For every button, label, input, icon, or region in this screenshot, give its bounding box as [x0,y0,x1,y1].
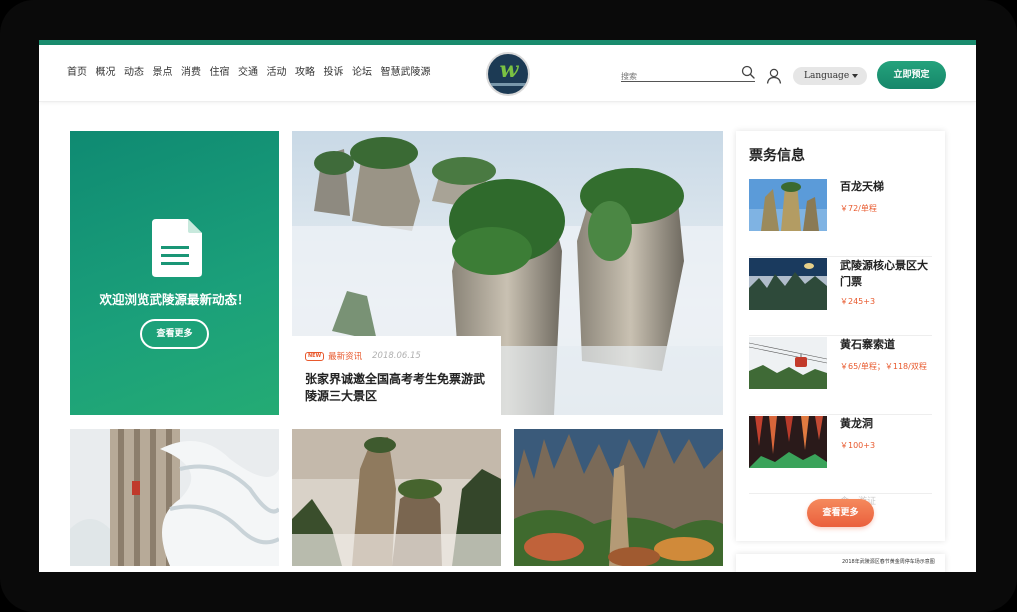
nav-item-news[interactable]: 动态 [124,66,144,80]
ticket-item[interactable]: 黄龙洞 ￥100+3 [749,416,932,494]
language-label: Language [804,71,850,81]
gallery-tile-misty-peaks[interactable] [292,429,501,566]
search-icon[interactable] [741,65,755,79]
welcome-tile: 欢迎浏览武陵源最新动态！ 查看更多 [70,131,279,415]
nav-item-overview[interactable]: 概况 [96,66,116,80]
welcome-more-button[interactable]: 查看更多 [140,319,209,349]
nav-item-complaints[interactable]: 投诉 [324,66,344,80]
notice-card[interactable]: 2018年武陵源区春节黄金周停车场示意图 [736,554,945,572]
ticket-item[interactable]: 百龙天梯 ￥72/单程 [749,179,932,257]
user-icon[interactable] [766,68,782,84]
ticket-price: ￥65/单程；￥118/双程 [840,362,927,371]
ticket-item[interactable]: 黄石寨索道 ￥65/单程；￥118/双程 [749,337,932,415]
ticket-item[interactable]: 武陵源核心景区大门票 ￥245+3 [749,258,932,336]
gallery-tile-frost[interactable] [70,429,279,566]
book-now-button[interactable]: 立即预定 [877,61,946,89]
nav-item-forum[interactable]: 论坛 [352,66,372,80]
browser-viewport: 首页 概况 动态 景点 消费 住宿 交通 活动 攻略 投诉 论坛 智慧武陵源 w [39,40,976,572]
ticket-price: ￥245+3 [840,297,876,306]
hero-date: 2018.06.15 [372,351,421,361]
ticket-name: 百龙天梯 [840,180,884,193]
nav-item-guides[interactable]: 攻略 [295,66,315,80]
ticket-price: ￥72/单程 [840,204,877,213]
hero-title-link[interactable]: 张家界诚邀全国高考考生免票游武陵源三大景区 [305,371,489,405]
nav-item-scenic[interactable]: 景点 [153,66,173,80]
ticket-more-button[interactable]: 查看更多 [807,499,874,527]
ticket-name: 黄石寨索道 [840,338,895,351]
device-frame: 首页 概况 动态 景点 消费 住宿 交通 活动 攻略 投诉 论坛 智慧武陵源 w [0,0,1017,612]
ticket-thumb-bailong [749,179,827,231]
nav-item-consume[interactable]: 消费 [181,66,201,80]
logo-letter: w [499,57,519,83]
ticket-thumb-cableway [749,337,827,389]
site-header: 首页 概况 动态 景点 消费 住宿 交通 活动 攻略 投诉 论坛 智慧武陵源 w [39,45,976,102]
chevron-down-icon [852,74,858,78]
welcome-title: 欢迎浏览武陵源最新动态！ [99,292,250,307]
nav-item-events[interactable]: 活动 [267,66,287,80]
gallery-tile-valley[interactable] [514,429,723,566]
nav-item-home[interactable]: 首页 [67,66,87,80]
language-select[interactable]: Language [793,67,867,85]
document-icon [152,219,202,277]
logo-subtext-band [488,83,528,86]
nav-item-smart[interactable]: 智慧武陵源 [381,66,431,80]
hero-caption-card: NEW 最新资讯 2018.06.15 张家界诚邀全国高考考生免票游武陵源三大景… [292,336,501,415]
hero-category[interactable]: 最新资讯 [328,350,362,362]
ticket-panel-title: 票务信息 [749,148,805,164]
nav-item-lodging[interactable]: 住宿 [210,66,230,80]
search-input[interactable] [621,68,733,85]
ticket-thumb-cave [749,416,827,468]
ticket-name: 武陵源核心景区大门票 [840,259,928,288]
nav-item-transport[interactable]: 交通 [238,66,258,80]
search-box [621,64,755,85]
site-logo[interactable]: w [486,52,530,96]
hero-article[interactable]: NEW 最新资讯 2018.06.15 张家界诚邀全国高考考生免票游武陵源三大景… [292,131,723,415]
main-nav: 首页 概况 动态 景点 消费 住宿 交通 活动 攻略 投诉 论坛 智慧武陵源 [67,66,439,80]
new-badge: NEW [305,351,325,361]
ticket-thumb-core-area [749,258,827,310]
ticket-price: ￥100+3 [840,441,876,450]
notice-text: 2018年武陵源区春节黄金周停车场示意图 [842,559,935,565]
ticket-name: 黄龙洞 [840,417,873,430]
ticket-panel: 票务信息 百龙天梯 ￥72/单程 武陵源核心景区大门票 ￥245+3 黄石寨索道… [736,131,945,541]
